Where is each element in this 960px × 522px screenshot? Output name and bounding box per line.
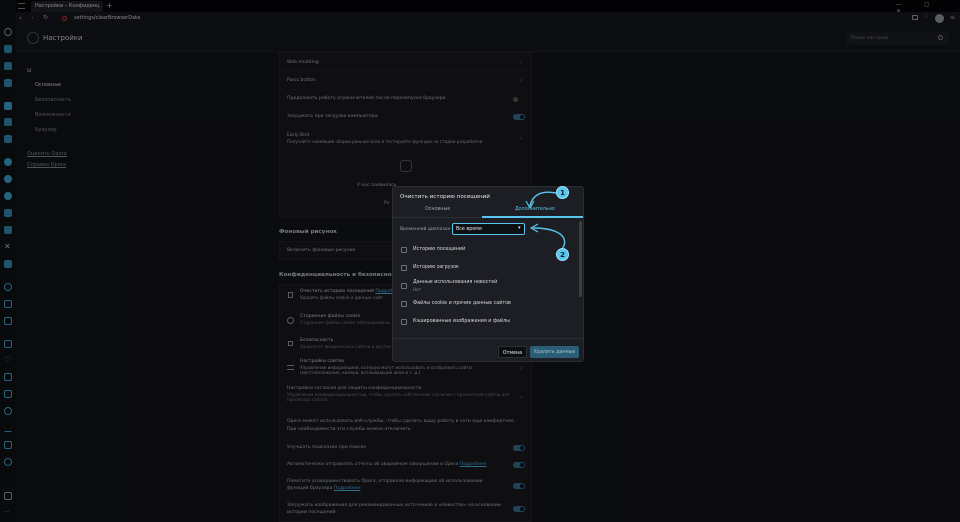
- callout-2: 2: [556, 248, 569, 261]
- callout-arrows: [525, 191, 566, 255]
- callout-1: 1: [556, 186, 569, 199]
